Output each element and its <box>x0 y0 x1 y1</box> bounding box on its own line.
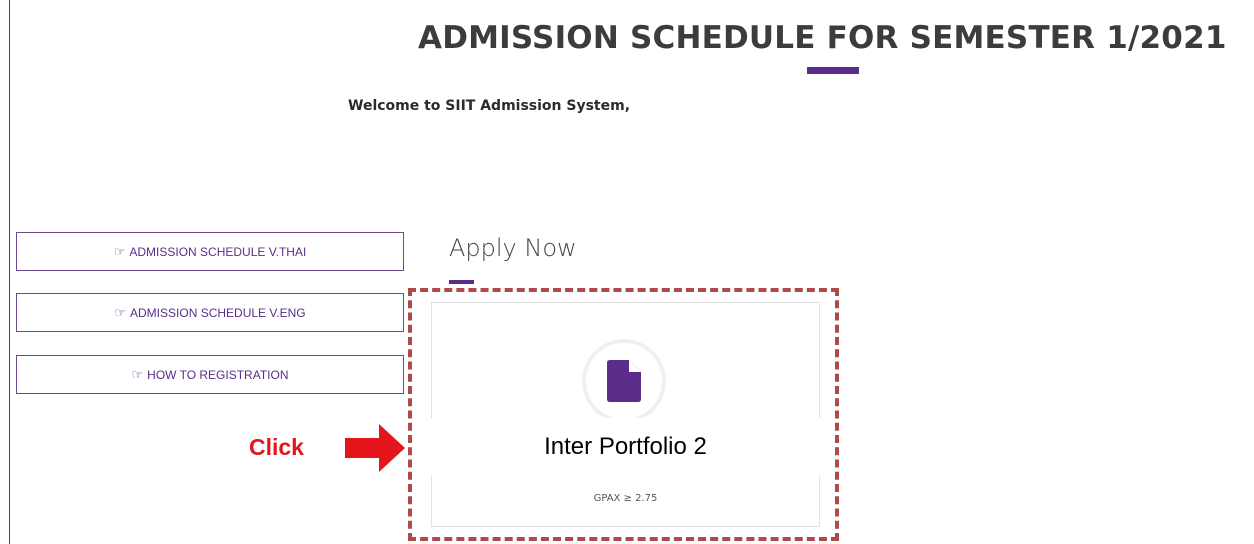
welcome-message: Welcome to SIIT Admission System, <box>348 98 631 114</box>
apply-now-underline <box>449 280 474 284</box>
admission-schedule-eng-label: ADMISSION SCHEDULE V.ENG <box>130 305 306 320</box>
click-annotation: Click <box>249 434 304 460</box>
page-left-border <box>9 0 10 544</box>
apply-now-heading: Apply Now <box>449 234 577 262</box>
how-to-registration-button[interactable]: ☞ HOW TO REGISTRATION <box>16 355 404 394</box>
title-underline <box>807 67 859 74</box>
admission-schedule-eng-button[interactable]: ☞ ADMISSION SCHEDULE V.ENG <box>16 293 404 332</box>
hand-point-right-icon: ☞ <box>131 366 144 382</box>
hand-point-right-icon: ☞ <box>114 304 127 320</box>
page-title: ADMISSION SCHEDULE FOR SEMESTER 1/2021 <box>418 20 1227 56</box>
admission-schedule-thai-label: ADMISSION SCHEDULE V.THAI <box>129 244 307 259</box>
hand-point-right-icon: ☞ <box>113 243 126 259</box>
right-arrow-icon <box>345 424 405 472</box>
admission-schedule-thai-button[interactable]: ☞ ADMISSION SCHEDULE V.THAI <box>16 232 404 271</box>
highlight-frame <box>408 288 839 541</box>
how-to-registration-label: HOW TO REGISTRATION <box>147 367 289 382</box>
